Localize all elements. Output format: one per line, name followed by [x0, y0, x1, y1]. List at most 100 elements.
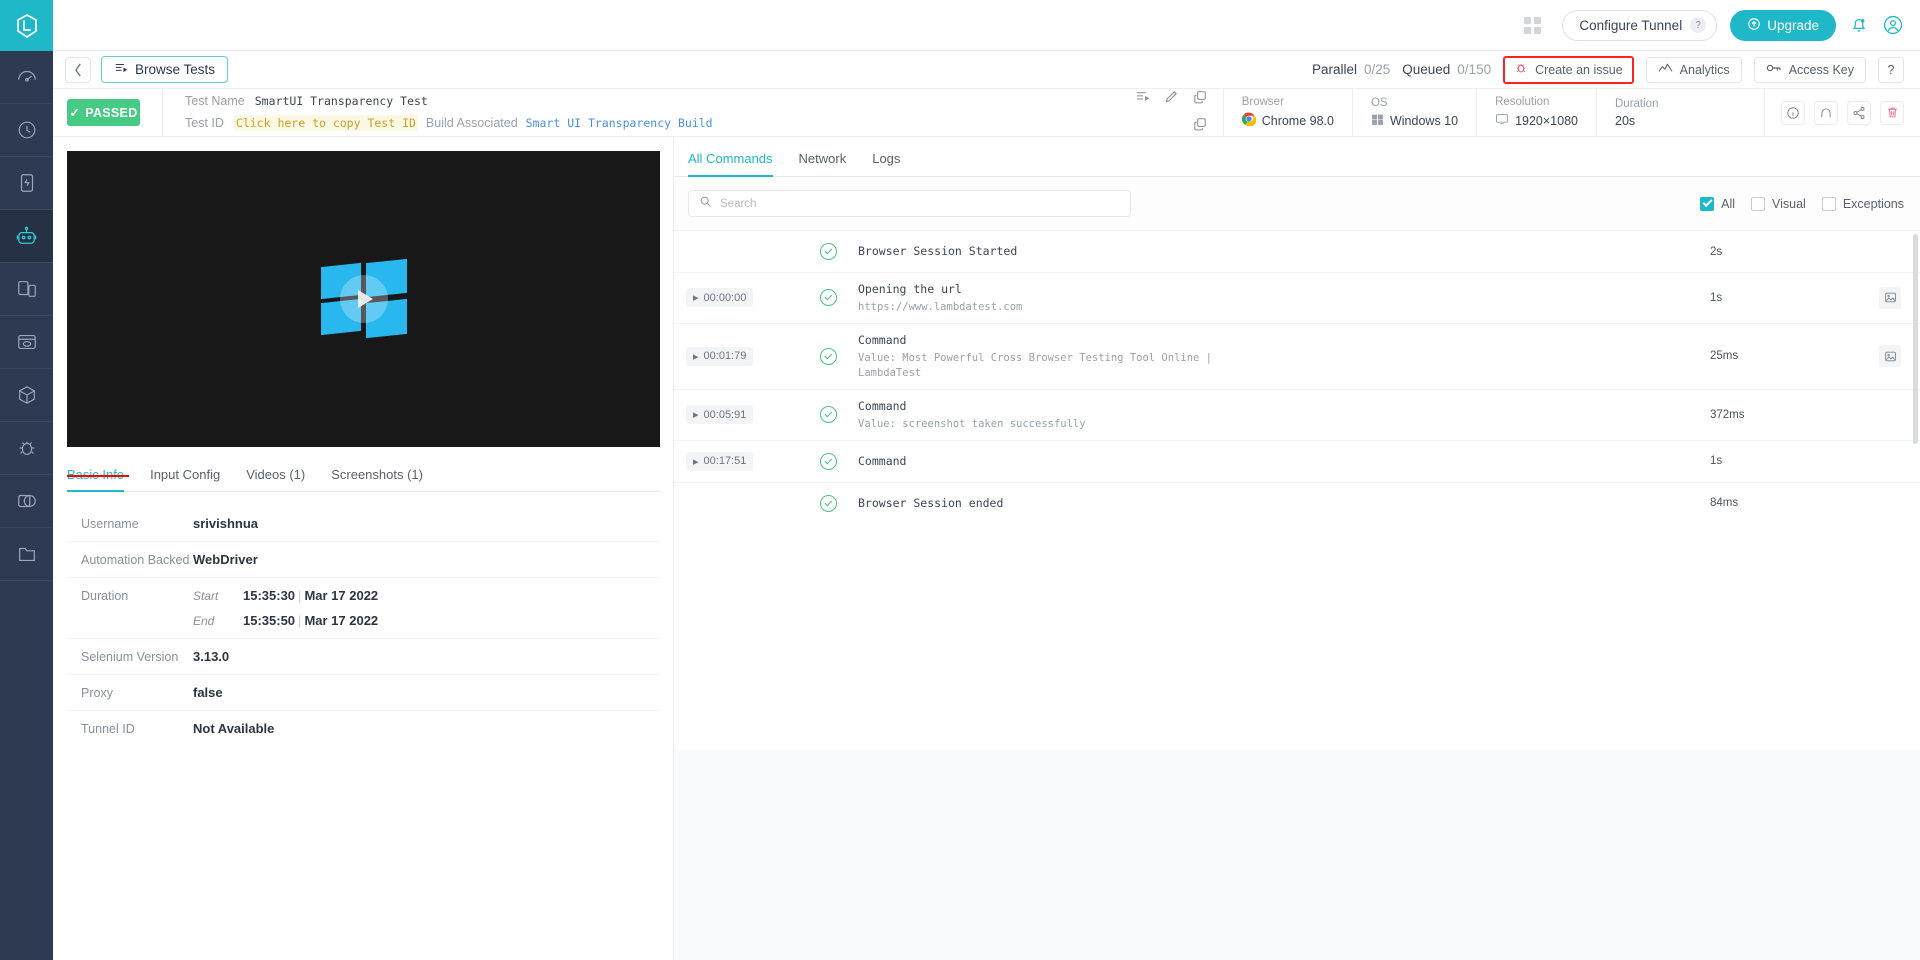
commands-tabs: All Commands Network Logs [674, 137, 1920, 177]
filter-all[interactable]: All [1700, 197, 1735, 211]
configure-tunnel-help-icon[interactable]: ? [1690, 17, 1706, 33]
env-resolution-value: 1920×1080 [1515, 114, 1578, 128]
screenshot-thumbnail-icon[interactable] [1879, 345, 1901, 367]
sidebar-item-app-testing[interactable] [0, 157, 53, 210]
analytics-button[interactable]: Analytics [1646, 57, 1742, 83]
basic-info-table: Username srivishnua Automation Backed We… [67, 506, 660, 746]
command-main: Opening the url https://www.lambdatest.c… [858, 281, 1710, 315]
screenshot-browser-icon [16, 331, 38, 353]
info-key-duration: Duration [81, 588, 193, 603]
lambdatest-logo-icon[interactable] [0, 0, 53, 51]
filter-all-checkbox[interactable] [1700, 197, 1714, 211]
filter-visual-checkbox[interactable] [1751, 197, 1765, 211]
screenshot-thumbnail-icon[interactable] [1879, 287, 1901, 309]
tab-logs[interactable]: Logs [872, 151, 900, 176]
commands-scrollbar[interactable] [1913, 234, 1918, 444]
table-row[interactable]: Browser Session ended 84ms [674, 482, 1920, 524]
duration-start-value: 15:35:30|Mar 17 2022 [243, 588, 378, 603]
notification-bell-icon[interactable] [1849, 15, 1869, 35]
command-time-label: 00:05:91 [704, 409, 747, 421]
copy-icon[interactable] [1193, 117, 1207, 136]
table-row[interactable]: ▸00:17:51 Command 1s [674, 440, 1920, 482]
filter-exceptions-checkbox[interactable] [1822, 197, 1836, 211]
video-player[interactable] [67, 151, 660, 447]
tab-videos[interactable]: Videos (1) [246, 467, 305, 491]
copy-test-id-link[interactable]: Click here to copy Test ID [234, 115, 418, 131]
automation-robot-icon [15, 225, 38, 248]
command-filters: All Visual Exceptions [1700, 197, 1904, 211]
table-row[interactable]: ▸00:01:79 Command Value: Most Powerful C… [674, 323, 1920, 389]
info-icon[interactable] [1781, 101, 1805, 125]
user-avatar-icon[interactable] [1882, 14, 1904, 36]
access-key-button[interactable]: Access Key [1754, 57, 1866, 83]
info-key-selenium-version: Selenium Version [81, 649, 193, 664]
intersection-icon[interactable] [1814, 101, 1838, 125]
tab-basic-info[interactable]: Basic Info [67, 467, 124, 491]
build-name-link[interactable]: Smart UI Transparency Build [526, 116, 713, 130]
tab-all-commands[interactable]: All Commands [688, 151, 773, 176]
env-duration-label: Duration [1615, 98, 1666, 110]
env-resolution-value-wrap: 1920×1080 [1495, 112, 1578, 129]
sidebar-item-bugs[interactable] [0, 422, 53, 475]
command-time[interactable]: ▸00:05:91 [686, 405, 798, 424]
help-button[interactable]: ? [1878, 57, 1904, 83]
share-icon[interactable] [1847, 101, 1871, 125]
filter-visual[interactable]: Visual [1751, 197, 1806, 211]
sidebar-item-folder[interactable] [0, 528, 53, 581]
command-time[interactable]: ▸00:01:79 [686, 347, 798, 366]
info-key-tunnel-id: Tunnel ID [81, 721, 193, 736]
command-main: Browser Session ended [858, 495, 1710, 512]
monitor-icon [1495, 112, 1509, 129]
status-badge: ✓ PASSED [67, 99, 140, 126]
back-button[interactable] [65, 57, 91, 83]
access-key-label: Access Key [1789, 63, 1854, 77]
sidebar-item-integrations[interactable] [0, 369, 53, 422]
command-status [798, 406, 858, 423]
configure-tunnel-button[interactable]: Configure Tunnel ? [1562, 10, 1717, 41]
create-issue-button[interactable]: Create an issue [1503, 56, 1634, 84]
command-title: Command [858, 453, 1700, 470]
info-key-proxy: Proxy [81, 685, 193, 700]
build-associated-label: Build Associated [426, 116, 518, 130]
play-button-icon[interactable] [340, 275, 388, 323]
filter-exceptions[interactable]: Exceptions [1822, 197, 1904, 211]
upgrade-button[interactable]: Upgrade [1730, 10, 1836, 41]
command-status [798, 243, 858, 260]
sidebar-item-automation[interactable] [0, 210, 53, 263]
pencil-edit-icon[interactable] [1164, 89, 1179, 109]
sidebar-item-realtime[interactable] [0, 104, 53, 157]
tab-screenshots[interactable]: Screenshots (1) [331, 467, 423, 491]
tab-input-config[interactable]: Input Config [150, 467, 220, 491]
duration-start-date: Mar 17 2022 [304, 588, 378, 603]
command-title: Browser Session ended [858, 495, 1700, 512]
command-time[interactable]: ▸00:17:51 [686, 452, 798, 471]
env-browser-value-wrap: Chrome 98.0 [1242, 112, 1334, 129]
copy-icon[interactable] [1193, 90, 1207, 109]
search-input[interactable] [720, 198, 1120, 210]
top-bar: Configure Tunnel ? Upgrade [53, 0, 1920, 51]
list-play-icon[interactable] [1135, 89, 1150, 109]
command-thumbnail-cell [1860, 287, 1920, 309]
sidebar-item-screenshot[interactable] [0, 316, 53, 369]
env-resolution-label: Resolution [1495, 96, 1578, 108]
delete-trash-icon[interactable] [1880, 101, 1904, 125]
table-row[interactable]: ▸00:00:00 Opening the url https://www.la… [674, 272, 1920, 323]
app-grid-icon[interactable] [1524, 17, 1541, 34]
sidebar-item-dashboard[interactable] [0, 51, 53, 104]
sidebar-item-responsive[interactable] [0, 263, 53, 316]
table-row[interactable]: ▸00:05:91 Command Value: screenshot take… [674, 389, 1920, 440]
tab-network[interactable]: Network [799, 151, 847, 176]
browse-tests-button[interactable]: Browse Tests [101, 56, 228, 83]
search-box[interactable] [688, 190, 1131, 217]
test-name-label: Test Name [185, 94, 245, 108]
windows-icon [1371, 113, 1384, 129]
command-time[interactable]: ▸00:00:00 [686, 288, 798, 307]
table-row[interactable]: Browser Session Started 2s [674, 230, 1920, 272]
commands-search-row: All Visual Exceptions [674, 177, 1920, 230]
duration-sep: | [298, 588, 301, 603]
duration-end-label: End [193, 614, 221, 628]
expand-triangle-icon: ▸ [693, 291, 699, 304]
sidebar-item-smart-visual[interactable] [0, 475, 53, 528]
info-row-automation-backed: Automation Backed WebDriver [67, 542, 660, 578]
info-key-username: Username [81, 516, 193, 531]
